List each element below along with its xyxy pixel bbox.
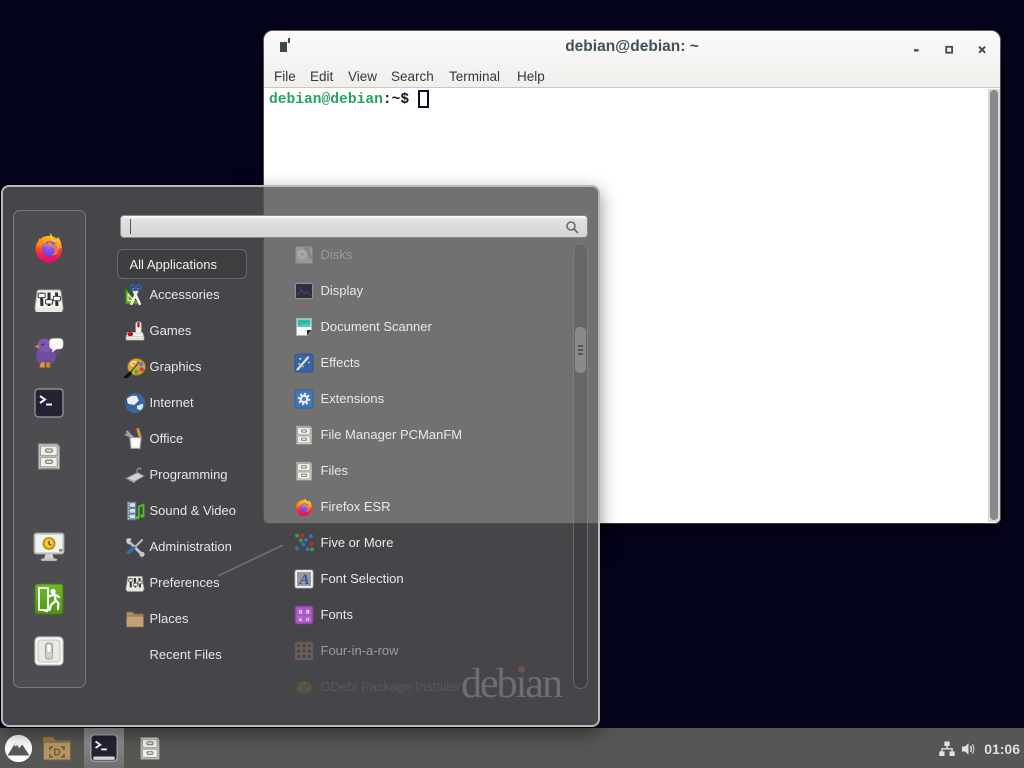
svg-text:a: a <box>306 616 309 623</box>
svg-text:A: A <box>298 572 309 588</box>
svg-text:a: a <box>305 609 309 616</box>
svg-text:D: D <box>53 748 60 759</box>
svg-text:a: a <box>298 616 301 623</box>
svg-text:a: a <box>298 609 302 616</box>
